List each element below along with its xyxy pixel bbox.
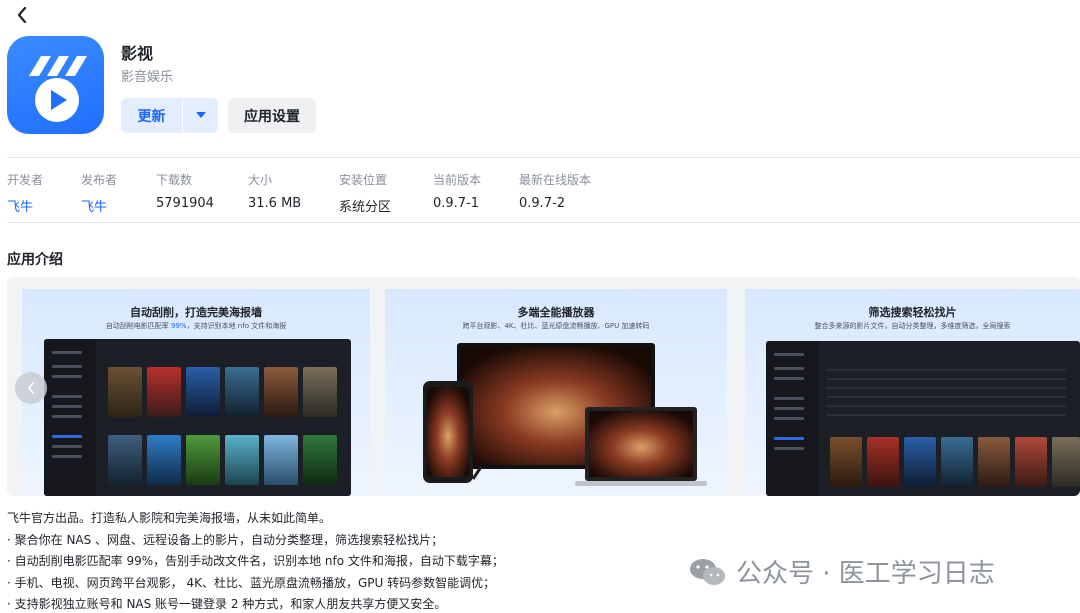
- app-preview-image: [766, 341, 1080, 496]
- watermark-text: 公众号 · 医工学习日志: [736, 559, 995, 589]
- slide-title: 自动刮削，打造完美海报墙: [130, 306, 262, 319]
- app-description: 飞牛官方出品。打造私人影院和完美海报墙，从未如此简单。 · 聚合你在 NAS 、…: [7, 508, 504, 613]
- info-developer: 开发者 飞牛: [7, 171, 43, 215]
- watermark: 公众号 · 医工学习日志: [688, 553, 995, 590]
- size-value: 31.6 MB: [248, 196, 302, 211]
- chevron-left-icon: [17, 7, 27, 23]
- preview-sidebar: [44, 339, 96, 496]
- app-settings-button[interactable]: 应用设置: [228, 98, 316, 133]
- description-line: · 支持影视独立账号和 NAS 账号一键登录 2 种方式，和家人朋友共享方便又安…: [7, 597, 447, 611]
- info-downloads: 下载数 5791904: [156, 171, 214, 211]
- app-name: 影视: [121, 44, 154, 63]
- info-size: 大小 31.6 MB: [248, 171, 301, 211]
- app-category: 影音娱乐: [121, 70, 174, 85]
- filter-rows: [826, 369, 1066, 423]
- update-button[interactable]: 更新: [121, 98, 182, 133]
- app-icon: [7, 36, 104, 134]
- gallery-prev-button[interactable]: [15, 372, 47, 404]
- feiniu-video-logo-icon: [29, 56, 87, 122]
- info-label: 开发者: [7, 173, 44, 187]
- multi-device-preview-image: [423, 343, 707, 486]
- info-latest-version: 最新在线版本 0.9.7-2: [519, 171, 591, 211]
- chevron-left-icon: [28, 382, 34, 394]
- info-label: 安装位置: [339, 173, 388, 187]
- description-line: 飞牛官方出品。打造私人影院和完美海报墙，从未如此简单。: [7, 511, 332, 525]
- info-label: 发布者: [81, 173, 118, 187]
- divider: [7, 222, 1080, 223]
- intro-section-title: 应用介绍: [7, 252, 63, 268]
- current-version-value: 0.9.7-1: [433, 196, 480, 211]
- info-label: 最新在线版本: [519, 173, 592, 187]
- screenshot-gallery[interactable]: 自动刮削，打造完美海报墙 自动刮削电影匹配率 99%，支持识别本地 nfo 文件…: [7, 277, 1080, 496]
- wechat-icon: [690, 558, 725, 585]
- screenshot-slide[interactable]: 自动刮削，打造完美海报墙 自动刮削电影匹配率 99%，支持识别本地 nfo 文件…: [22, 289, 370, 496]
- update-button-group: 更新: [121, 98, 218, 133]
- publisher-link[interactable]: 飞牛: [81, 196, 117, 215]
- install-location-value: 系统分区: [339, 200, 392, 215]
- screenshot-slide[interactable]: 多端全能播放器 跨平台观影、4K、杜比、蓝光原盘流畅播放、GPU 加速转码: [385, 289, 727, 496]
- info-install-location: 安装位置 系统分区: [339, 171, 391, 215]
- description-line: · 聚合你在 NAS 、网盘、远程设备上的影片，自动分类整理，筛选搜索轻松找片；: [7, 532, 444, 547]
- developer-link[interactable]: 飞牛: [7, 196, 43, 215]
- back-button[interactable]: [12, 5, 32, 25]
- slide-subtitle: 自动刮削电影匹配率 99%，支持识别本地 nfo 文件和海报: [105, 322, 287, 330]
- screenshot-slide[interactable]: 筛选搜索轻松找片 整合多来源的影片文件，自动分类整理，多维度筛选，全局搜索: [745, 289, 1080, 496]
- slide-title: 筛选搜索轻松找片: [868, 306, 957, 319]
- description-line: · 自动刮削电影匹配率 99%，告别手动改文件名，识别本地 nfo 文件和海报，…: [7, 554, 504, 568]
- update-dropdown-button[interactable]: [183, 98, 218, 133]
- app-preview-image: [44, 339, 351, 496]
- info-publisher: 发布者 飞牛: [81, 171, 117, 215]
- divider: [7, 157, 1080, 158]
- info-label: 下载数: [156, 173, 193, 187]
- downloads-value: 5791904: [156, 196, 214, 211]
- caret-down-icon: [195, 112, 206, 118]
- latest-version-value: 0.9.7-2: [519, 196, 566, 211]
- info-label: 当前版本: [433, 173, 482, 187]
- description-line: · 手机、电视、网页跨平台观影， 4K、杜比、蓝光原盘流畅播放，GPU 转码参数…: [7, 575, 496, 590]
- preview-sidebar: [766, 341, 818, 496]
- info-label: 大小: [248, 173, 273, 187]
- info-current-version: 当前版本 0.9.7-1: [433, 171, 481, 211]
- slide-subtitle: 整合多来源的影片文件，自动分类整理，多维度筛选，全局搜索: [814, 322, 1011, 330]
